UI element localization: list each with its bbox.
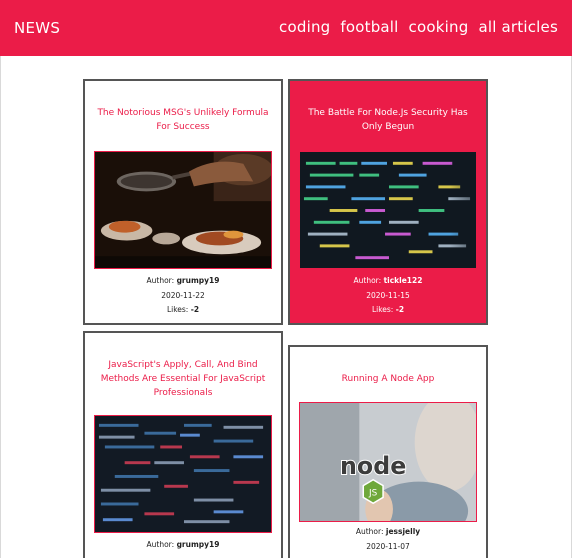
code-dark-image[interactable] (94, 415, 272, 533)
node-logo-image[interactable]: node JS (299, 402, 477, 522)
cooking-pan-image[interactable] (94, 151, 272, 269)
code-screen-svg (300, 152, 476, 268)
author-label: Author: (146, 276, 175, 285)
article-title[interactable]: The Notorious MSG's Unlikely Formula For… (93, 106, 273, 134)
author-name[interactable]: grumpy19 (177, 540, 220, 549)
article-card[interactable]: JavaScript's Apply, Call, And Bind Metho… (83, 331, 283, 558)
node-logo-svg: node JS (300, 403, 476, 521)
brand-link[interactable]: NEWS (14, 19, 60, 37)
article-author-line: Author: grumpy19 (85, 538, 281, 553)
article-card[interactable]: Running A Node App node JS Author: jessj… (288, 345, 488, 558)
author-name[interactable]: grumpy19 (177, 276, 220, 285)
article-date: 2020-11-22 (161, 290, 205, 300)
cooking-pan-svg (95, 152, 271, 268)
article-card[interactable]: The Notorious MSG's Unlikely Formula For… (83, 79, 283, 325)
article-author-line: Author: tickle122 (290, 274, 486, 289)
code-dark-svg (95, 416, 271, 532)
article-title[interactable]: Running A Node App (298, 372, 478, 386)
article-author-line: Author: grumpy19 (85, 274, 281, 289)
article-title[interactable]: JavaScript's Apply, Call, And Bind Metho… (93, 358, 273, 400)
author-name[interactable]: jessjelly (386, 527, 420, 536)
article-likes-line: Likes: -2 (290, 303, 486, 318)
top-navbar: NEWS coding football cooking all article… (0, 0, 572, 56)
author-label: Author: (146, 540, 175, 549)
author-name[interactable]: tickle122 (384, 276, 423, 285)
article-date: 2020-11-07 (366, 541, 410, 551)
svg-text:node: node (340, 452, 406, 480)
article-card-highlighted[interactable]: The Battle For Node.Js Security Has Only… (288, 79, 488, 325)
nav-link-football[interactable]: football (340, 18, 398, 36)
topic-nav: coding football cooking all articles (279, 18, 558, 36)
likes-count: -2 (395, 305, 405, 314)
nav-link-all-articles[interactable]: all articles (478, 18, 558, 36)
article-meta: Author: grumpy19 2020-11-22 Likes: -2 (85, 274, 281, 318)
likes-count: -2 (190, 305, 200, 314)
article-author-line: Author: jessjelly (290, 525, 486, 540)
author-label: Author: (355, 527, 384, 536)
svg-text:JS: JS (368, 488, 378, 498)
article-likes-line: Likes: -2 (85, 303, 281, 318)
article-title[interactable]: The Battle For Node.Js Security Has Only… (298, 106, 478, 134)
author-label: Author: (353, 276, 382, 285)
article-date: 2020-11-15 (366, 290, 410, 300)
nav-link-cooking[interactable]: cooking (409, 18, 469, 36)
article-meta: Author: tickle122 2020-11-15 Likes: -2 (290, 274, 486, 318)
article-meta: Author: grumpy19 (85, 538, 281, 553)
code-screen-image[interactable] (299, 151, 477, 269)
likes-label: Likes: (166, 305, 189, 314)
nav-link-coding[interactable]: coding (279, 18, 330, 36)
article-meta: Author: jessjelly 2020-11-07 (290, 525, 486, 554)
likes-label: Likes: (371, 305, 394, 314)
